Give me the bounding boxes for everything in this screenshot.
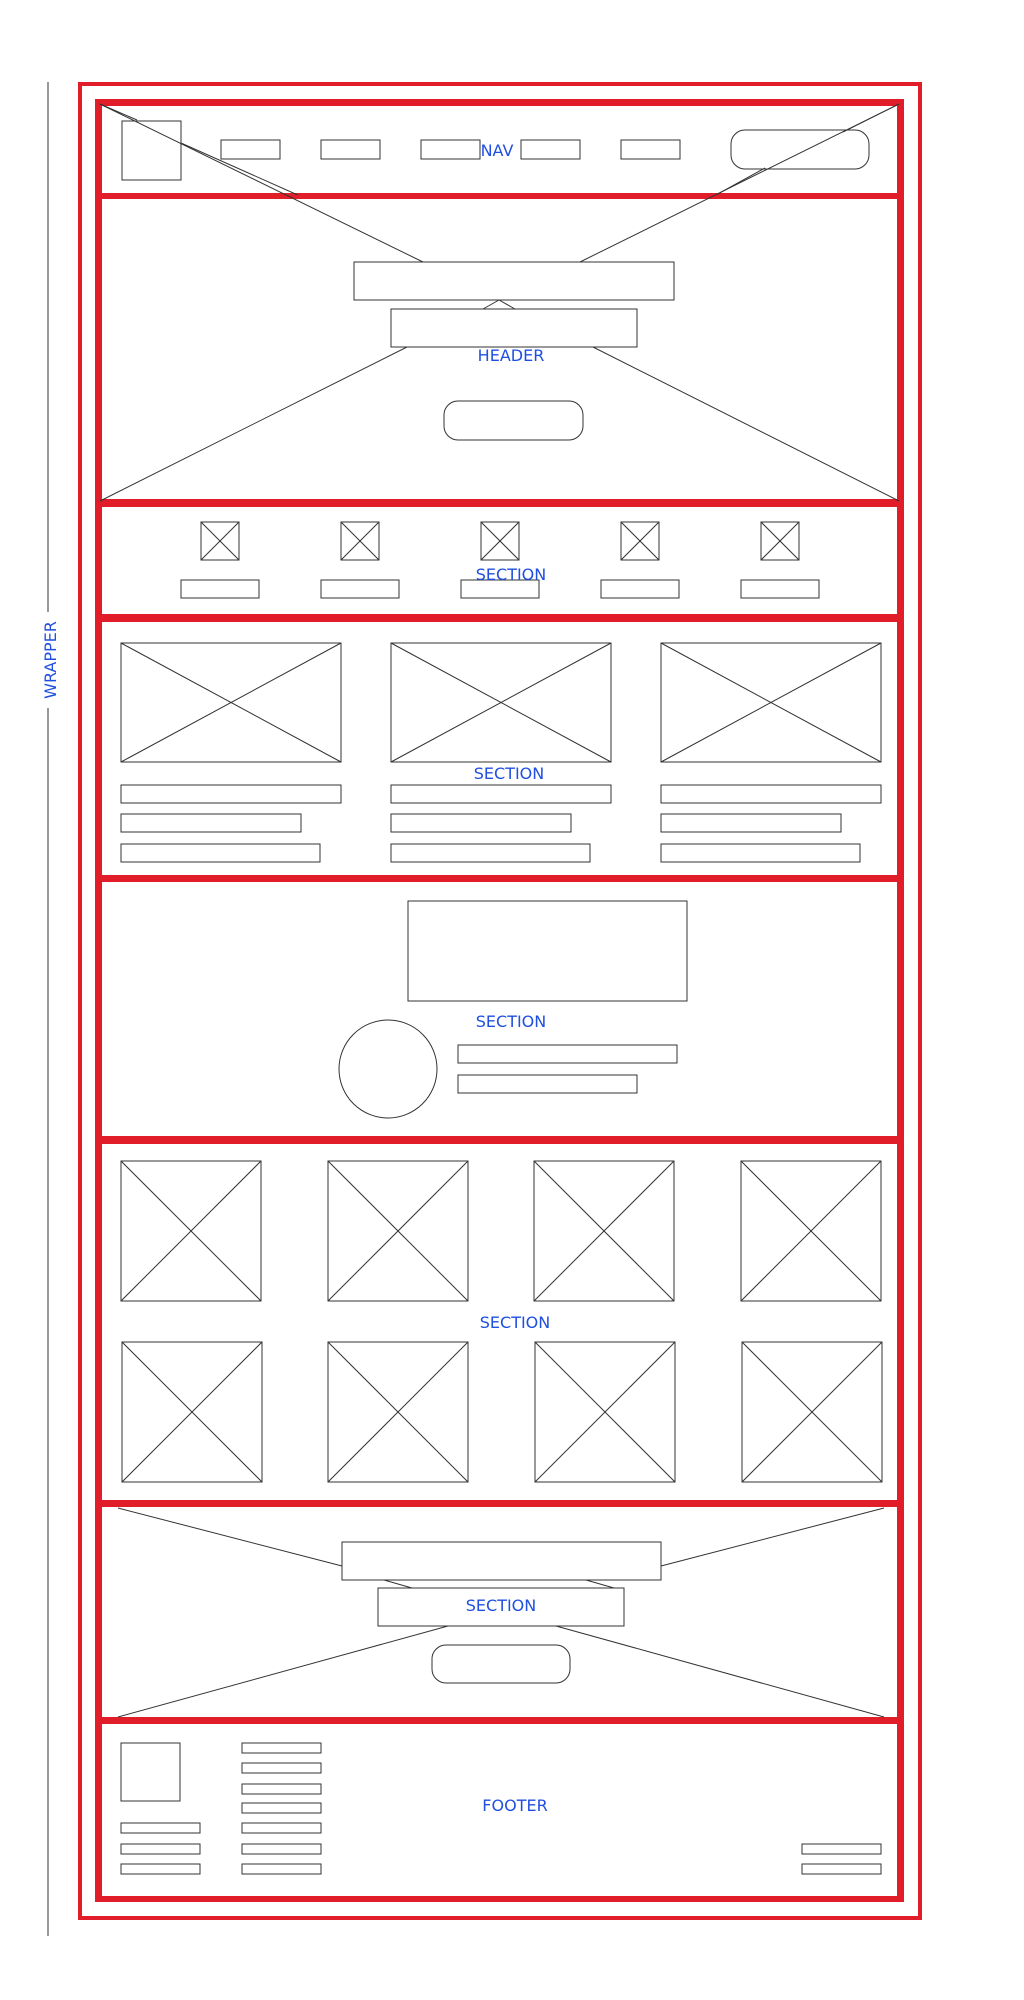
cta-section: SECTION — [98, 1503, 901, 1721]
footer-link-6[interactable] — [241, 1843, 322, 1855]
card-1-line-2 — [120, 813, 302, 833]
profile-section-outline — [98, 878, 901, 1140]
icon-section-label: SECTION — [476, 565, 547, 584]
nav-section: NAV — [98, 102, 901, 197]
card-2-line-3 — [390, 843, 591, 863]
profile-media-placeholder — [407, 900, 688, 1002]
wireframe-diagram: WRAPPER NAV HEADER SECTION SECTION SECTI… — [41, 82, 922, 1936]
footer-link-3[interactable] — [241, 1783, 322, 1795]
profile-line-1 — [457, 1044, 678, 1064]
avatar — [338, 1019, 438, 1119]
footer-logo-placeholder — [120, 1742, 181, 1802]
feature-caption-2 — [320, 579, 400, 599]
footer-link-7[interactable] — [241, 1863, 322, 1875]
card-3-line-3 — [660, 843, 861, 863]
footer-line-1 — [120, 1822, 201, 1834]
card-1-line-3 — [120, 843, 321, 863]
nav-label: NAV — [481, 141, 514, 160]
cards-section-outline — [98, 618, 901, 879]
cards-section: SECTION — [98, 618, 901, 879]
logo-placeholder — [121, 120, 182, 181]
footer-link-2[interactable] — [241, 1762, 322, 1774]
profile-section-label: SECTION — [476, 1012, 547, 1031]
nav-button[interactable] — [730, 129, 870, 170]
profile-line-2 — [457, 1074, 638, 1094]
nav-link-5[interactable] — [620, 139, 681, 160]
nav-link-4[interactable] — [520, 139, 581, 160]
card-2-line-1 — [390, 784, 612, 804]
nav-link-3[interactable] — [420, 139, 481, 160]
cta-section-label: SECTION — [466, 1596, 537, 1615]
cta-button[interactable] — [431, 1644, 571, 1684]
wrapper-guide: WRAPPER — [41, 82, 60, 1936]
feature-caption-4 — [600, 579, 680, 599]
header-cta-button[interactable] — [443, 400, 584, 441]
card-1-line-1 — [120, 784, 342, 804]
gallery-section-label: SECTION — [480, 1313, 551, 1332]
feature-caption-1 — [180, 579, 260, 599]
nav-link-1[interactable] — [220, 139, 281, 160]
header-subtitle-placeholder — [390, 308, 638, 348]
header-label: HEADER — [478, 346, 545, 365]
footer-link-5[interactable] — [241, 1822, 322, 1834]
footer-label: FOOTER — [482, 1796, 547, 1815]
nav-link-2[interactable] — [320, 139, 381, 160]
cards-section-label: SECTION — [474, 764, 545, 783]
card-3-line-2 — [660, 813, 842, 833]
profile-section: SECTION — [98, 878, 901, 1140]
cta-title-placeholder — [341, 1541, 662, 1581]
footer-line-3 — [120, 1863, 201, 1875]
footer-right-line-2 — [801, 1863, 882, 1875]
feature-caption-5 — [740, 579, 820, 599]
footer-section: FOOTER — [98, 1720, 901, 1900]
icon-section: SECTION — [98, 503, 901, 618]
header-title-placeholder — [353, 261, 675, 301]
header-section: HEADER — [98, 103, 901, 503]
footer-link-4[interactable] — [241, 1802, 322, 1814]
wrapper-label: WRAPPER — [41, 621, 60, 699]
footer-link-1[interactable] — [241, 1742, 322, 1754]
card-2-line-2 — [390, 813, 572, 833]
card-3-line-1 — [660, 784, 882, 804]
footer-right-line-1 — [801, 1843, 882, 1855]
footer-line-2 — [120, 1843, 201, 1855]
gallery-section: SECTION — [98, 1140, 901, 1504]
